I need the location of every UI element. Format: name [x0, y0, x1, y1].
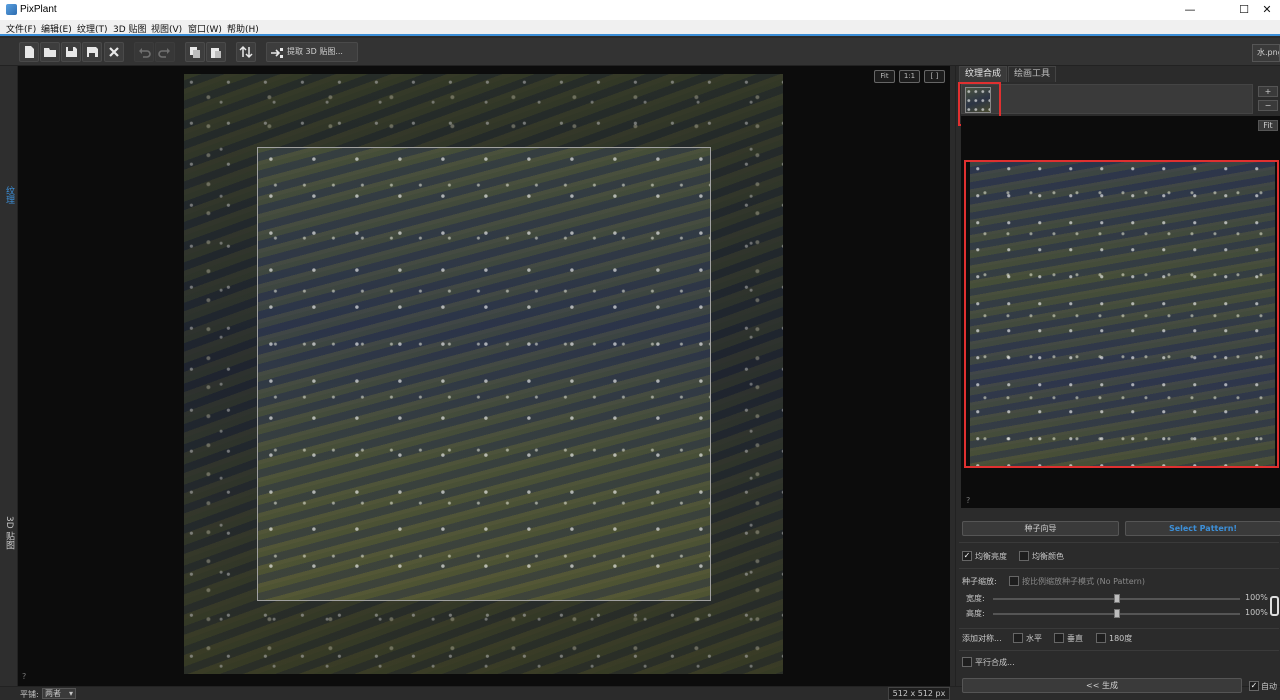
fit-view-button[interactable]: Fit — [874, 70, 895, 83]
paste-icon — [211, 48, 221, 58]
app-logo-icon — [6, 4, 17, 15]
title-bar: PixPlant — ☐ ✕ — [0, 0, 1280, 20]
menu-texture[interactable]: 纹理(T) — [77, 22, 108, 35]
paste-button[interactable] — [206, 42, 226, 62]
texture-canvas[interactable]: Fit 1:1 [ ] ? — [18, 66, 950, 686]
auto-checkbox[interactable]: ✓ — [1249, 681, 1259, 691]
divider — [959, 628, 1279, 629]
close-icon — [109, 47, 119, 57]
scale-mode-checkbox[interactable] — [1009, 576, 1019, 586]
seed-thumbnail-strip — [961, 84, 1253, 114]
chevron-down-icon: ▾ — [68, 689, 73, 698]
menu-window[interactable]: 窗口(W) — [188, 22, 222, 35]
tile-shade-top — [184, 74, 783, 147]
tab-texture-synthesis[interactable]: 纹理合成 — [959, 66, 1008, 82]
toolbar: 提取 3D 贴图... — [0, 38, 1280, 66]
extract-arrow-icon — [271, 48, 283, 58]
select-pattern-button[interactable]: Select Pattern! — [1125, 521, 1280, 536]
redo-icon — [158, 48, 170, 58]
generate-button[interactable]: << 生成 — [962, 678, 1242, 693]
divider — [959, 650, 1279, 651]
save-as-icon — [87, 47, 98, 57]
redo-button[interactable] — [155, 42, 175, 62]
rotate-180-checkbox[interactable] — [1096, 633, 1106, 643]
balance-brightness-label: 均衡亮度 — [975, 552, 1007, 561]
parallel-synthesis-label: 平行合成... — [975, 658, 1015, 667]
center-texture-tile[interactable] — [257, 147, 711, 601]
add-seed-button[interactable]: + — [1258, 86, 1278, 97]
swap-arrows-icon — [239, 45, 253, 59]
right-panel: 纹理合成 绘画工具 + − Fit ? 种子向导 Select Pattern!… — [955, 66, 1280, 693]
swap-button[interactable] — [236, 42, 256, 62]
tab-paint-tools[interactable]: 绘画工具 — [1008, 66, 1057, 82]
left-tab-strip: 纹理 3D 贴图 — [0, 66, 18, 686]
undo-button[interactable] — [134, 42, 154, 62]
close-file-button[interactable] — [104, 42, 124, 62]
window-title: PixPlant — [20, 4, 57, 15]
tab-texture[interactable]: 纹理 — [3, 186, 15, 204]
tiling-select[interactable]: 两者 ▾ — [42, 688, 76, 699]
new-file-button[interactable] — [19, 42, 39, 62]
link-chain-icon[interactable] — [1270, 596, 1279, 616]
actual-size-button[interactable]: 1:1 — [899, 70, 920, 83]
height-slider-knob[interactable] — [1114, 609, 1120, 618]
tile-shade-left — [184, 147, 257, 601]
add-symmetry-label: 添加对称... — [962, 634, 1002, 643]
menu-bar: 文件(F) 编辑(E) 纹理(T) 3D 贴图 视图(V) 窗口(W) 帮助(H… — [0, 20, 1280, 36]
menu-3d-map[interactable]: 3D 贴图 — [113, 22, 147, 35]
menu-edit[interactable]: 编辑(E) — [41, 22, 72, 35]
tiling-value: 两者 — [45, 689, 61, 698]
folder-open-icon — [44, 48, 56, 57]
rotate-180-label: 180度 — [1109, 634, 1133, 643]
save-icon — [66, 47, 77, 57]
fullscreen-button[interactable]: [ ] — [924, 70, 945, 83]
seed-scale-label: 种子缩放: — [962, 577, 997, 586]
copy-icon — [190, 47, 200, 58]
divider — [959, 568, 1279, 569]
horizontal-label: 水平 — [1026, 634, 1042, 643]
width-label: 宽度: — [966, 594, 985, 603]
save-as-button[interactable] — [82, 42, 102, 62]
balance-color-label: 均衡颜色 — [1032, 552, 1064, 561]
canvas-help-icon[interactable]: ? — [22, 672, 26, 681]
extract-3d-map-label: 提取 3D 贴图... — [287, 47, 343, 56]
vertical-label: 垂直 — [1067, 634, 1083, 643]
image-size-readout: 512 x 512 px — [888, 687, 950, 700]
horizontal-checkbox[interactable] — [1013, 633, 1023, 643]
copy-button[interactable] — [185, 42, 205, 62]
remove-seed-button[interactable]: − — [1258, 100, 1278, 111]
preview-help-icon[interactable]: ? — [966, 496, 970, 505]
menu-file[interactable]: 文件(F) — [6, 22, 36, 35]
minimize-button[interactable]: — — [1172, 0, 1208, 20]
tile-shade-bottom — [184, 601, 783, 674]
height-value: 100% — [1245, 608, 1268, 617]
width-value: 100% — [1245, 593, 1268, 602]
preview-highlight-box — [964, 160, 1279, 468]
new-file-icon — [25, 46, 34, 58]
tab-3d-map[interactable]: 3D 贴图 — [3, 516, 15, 550]
height-label: 高度: — [966, 609, 985, 618]
preview-area: Fit ? — [961, 116, 1280, 508]
undo-icon — [139, 48, 151, 58]
extract-3d-map-button[interactable]: 提取 3D 贴图... — [266, 42, 358, 62]
file-tab[interactable]: 水.png — [1252, 44, 1280, 62]
tile-shade-right — [711, 147, 783, 601]
auto-label: 自动 — [1261, 682, 1277, 691]
balance-brightness-checkbox[interactable]: ✓ — [962, 551, 972, 561]
tiling-label: 平铺: — [20, 690, 39, 699]
preview-fit-button[interactable]: Fit — [1258, 120, 1278, 131]
seed-wizard-button[interactable]: 种子向导 — [962, 521, 1119, 536]
close-window-button[interactable]: ✕ — [1254, 0, 1280, 20]
divider — [959, 542, 1279, 543]
menu-help[interactable]: 帮助(H) — [227, 22, 259, 35]
menu-view[interactable]: 视图(V) — [151, 22, 182, 35]
save-button[interactable] — [61, 42, 81, 62]
scale-mode-label: 按比例缩放种子模式 (No Pattern) — [1022, 577, 1145, 586]
parallel-synthesis-checkbox[interactable] — [962, 657, 972, 667]
width-slider-knob[interactable] — [1114, 594, 1120, 603]
balance-color-checkbox[interactable] — [1019, 551, 1029, 561]
open-file-button[interactable] — [40, 42, 60, 62]
tiled-texture-view[interactable] — [184, 74, 783, 674]
vertical-checkbox[interactable] — [1054, 633, 1064, 643]
